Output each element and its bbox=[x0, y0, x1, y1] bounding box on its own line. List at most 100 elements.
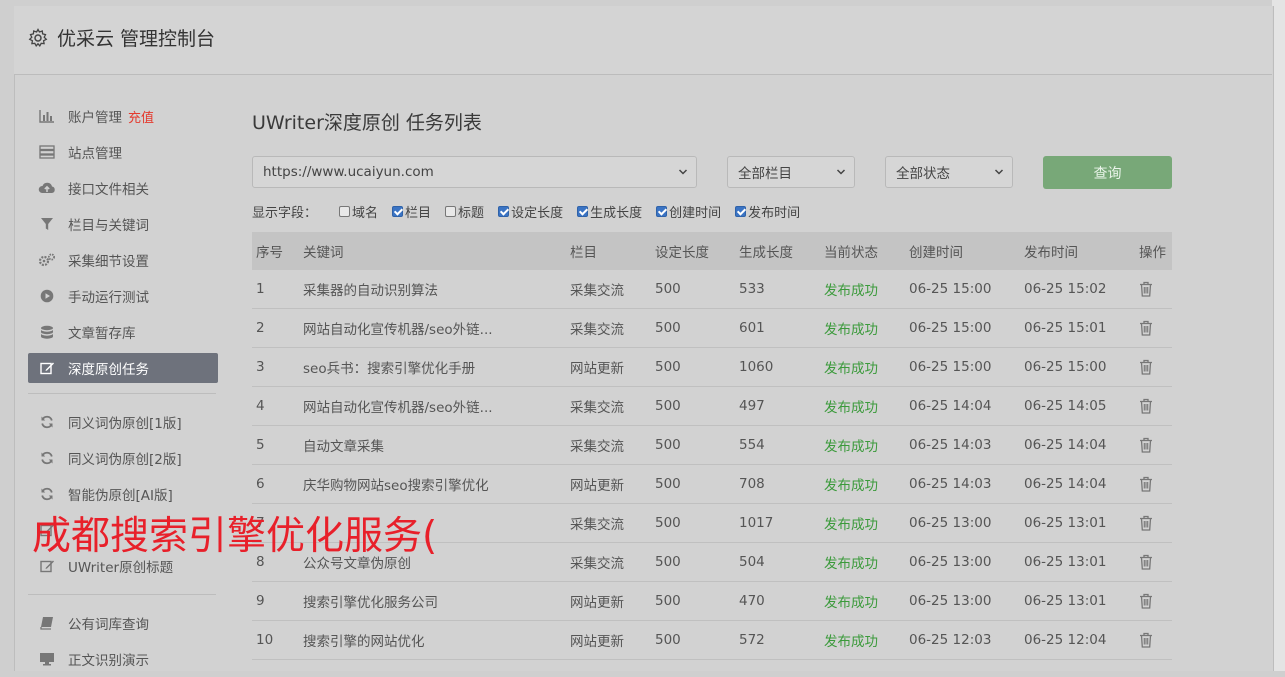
table-row: 1 采集器的自动识别算法 采集交流 500 533 发布成功 06-25 15:00 06-2… bbox=[252, 270, 1172, 309]
row-index: 2 bbox=[252, 308, 303, 348]
trash-icon[interactable] bbox=[1139, 281, 1153, 297]
row-actions bbox=[1139, 270, 1172, 309]
row-set-length: 500 bbox=[655, 308, 739, 348]
row-created: 06-25 15:00 bbox=[909, 308, 1024, 348]
sidebar-item-deep-original-tasks[interactable]: 深度原创任务 bbox=[28, 353, 218, 383]
checkbox[interactable] bbox=[339, 205, 351, 217]
row-set-length: 500 bbox=[655, 542, 739, 582]
refresh-icon bbox=[38, 414, 56, 430]
row-keyword: 搜索引擎的网站优化 bbox=[303, 620, 570, 660]
app-title: 优采云 管理控制台 bbox=[57, 28, 216, 50]
row-index: 1 bbox=[252, 270, 303, 309]
row-published: 06-25 13:01 bbox=[1024, 581, 1139, 621]
sidebar-item-sites[interactable]: 站点管理 bbox=[28, 134, 218, 170]
sidebar-item-synonym-v1[interactable]: 同义词伪原创[1版] bbox=[28, 404, 218, 440]
row-published: 06-25 13:01 bbox=[1024, 503, 1139, 543]
col-header: 序号 bbox=[252, 232, 303, 270]
trash-icon[interactable] bbox=[1139, 515, 1153, 531]
row-column: 采集交流 bbox=[570, 503, 655, 543]
checkbox[interactable] bbox=[498, 205, 510, 217]
table-row: 6 庆华购物网站seo搜索引擎优化 网站更新 500 708 发布成功 06-25 14:0… bbox=[252, 464, 1172, 504]
field-checkbox-domain[interactable]: 域名 bbox=[339, 202, 378, 221]
field-label: 创建时间 bbox=[669, 205, 722, 221]
row-index: 10 bbox=[252, 620, 303, 660]
sidebar-item-label: 采集细节设置 bbox=[68, 254, 149, 270]
sidebar-item-label: 账户管理 bbox=[68, 110, 122, 126]
trash-icon[interactable] bbox=[1139, 554, 1153, 570]
row-column: 采集交流 bbox=[570, 270, 655, 309]
checkbox[interactable] bbox=[392, 205, 404, 217]
field-checkbox-gen-length[interactable]: 生成长度 bbox=[577, 202, 642, 221]
sidebar-item-text-recognition[interactable]: 正文识别演示 bbox=[28, 641, 218, 677]
recharge-link[interactable]: 充值 bbox=[128, 107, 154, 126]
trash-icon[interactable] bbox=[1139, 476, 1153, 492]
checkbox[interactable] bbox=[735, 205, 747, 217]
field-label: 发布时间 bbox=[748, 205, 801, 221]
table-row: 5 自动文章采集 采集交流 500 554 发布成功 06-25 14:03 06-25 14… bbox=[252, 425, 1172, 465]
field-label: 生成长度 bbox=[590, 205, 643, 221]
row-actions bbox=[1139, 425, 1172, 465]
row-created: 06-25 15:00 bbox=[909, 347, 1024, 387]
row-index: 4 bbox=[252, 386, 303, 426]
row-column: 采集交流 bbox=[570, 425, 655, 465]
row-published: 06-25 14:04 bbox=[1024, 425, 1139, 465]
page-title: UWriter深度原创 任务列表 bbox=[252, 112, 482, 134]
row-status: 发布成功 bbox=[824, 503, 909, 543]
table-row: 10 搜索引擎的网站优化 网站更新 500 572 发布成功 06-25 12:03 06-2… bbox=[252, 620, 1172, 660]
sidebar-item-article-storage[interactable]: 文章暂存库 bbox=[28, 314, 218, 350]
row-gen-length: 601 bbox=[739, 308, 824, 348]
trash-icon[interactable] bbox=[1139, 632, 1153, 648]
sidebar-item-manual-test[interactable]: 手动运行测试 bbox=[28, 278, 218, 314]
sidebar-item-collection-settings[interactable]: 采集细节设置 bbox=[28, 242, 218, 278]
row-published: 06-25 14:04 bbox=[1024, 464, 1139, 504]
row-index: 9 bbox=[252, 581, 303, 621]
sidebar-item-interface-files[interactable]: 接口文件相关 bbox=[28, 170, 218, 206]
col-header: 设定长度 bbox=[655, 232, 739, 270]
col-header: 当前状态 bbox=[824, 232, 909, 270]
row-status: 发布成功 bbox=[824, 581, 909, 621]
table-row: 9 搜索引擎优化服务公司 网站更新 500 470 发布成功 06-25 13:00 06-2… bbox=[252, 581, 1172, 621]
database-icon bbox=[38, 324, 56, 340]
row-index: 5 bbox=[252, 425, 303, 465]
sidebar-item-public-lexicon[interactable]: 公有词库查询 bbox=[28, 605, 218, 641]
field-checkbox-set-length[interactable]: 设定长度 bbox=[498, 202, 563, 221]
sidebar-item-label: 站点管理 bbox=[68, 146, 122, 162]
row-actions bbox=[1139, 542, 1172, 582]
sidebar-item-label: 同义词伪原创[1版] bbox=[68, 416, 182, 432]
play-circle-icon bbox=[38, 288, 56, 304]
row-column: 网站更新 bbox=[570, 347, 655, 387]
checkbox[interactable] bbox=[656, 205, 668, 217]
trash-icon[interactable] bbox=[1139, 437, 1153, 453]
field-checkbox-published[interactable]: 发布时间 bbox=[735, 202, 800, 221]
site-select[interactable]: https://www.ucaiyun.com bbox=[252, 156, 697, 188]
row-published: 06-25 14:05 bbox=[1024, 386, 1139, 426]
row-column: 采集交流 bbox=[570, 542, 655, 582]
field-checkbox-title[interactable]: 标题 bbox=[445, 202, 484, 221]
trash-icon[interactable] bbox=[1139, 593, 1153, 609]
table-row: 3 seo兵书：搜索引擎优化手册 网站更新 500 1060 发布成功 06-25 15:0… bbox=[252, 347, 1172, 387]
row-set-length: 500 bbox=[655, 503, 739, 543]
sidebar-item-account[interactable]: 账户管理 充值 bbox=[28, 98, 218, 134]
chevron-down-icon bbox=[836, 169, 846, 175]
trash-icon[interactable] bbox=[1139, 398, 1153, 414]
field-checkbox-column[interactable]: 栏目 bbox=[392, 202, 431, 221]
status-select[interactable]: 全部状态 bbox=[885, 156, 1013, 188]
row-gen-length: 533 bbox=[739, 270, 824, 309]
sidebar-item-synonym-v2[interactable]: 同义词伪原创[2版] bbox=[28, 440, 218, 476]
field-checkbox-created[interactable]: 创建时间 bbox=[656, 202, 721, 221]
checkbox[interactable] bbox=[445, 205, 457, 217]
column-select[interactable]: 全部栏目 bbox=[727, 156, 855, 188]
trash-icon[interactable] bbox=[1139, 320, 1153, 336]
row-status: 发布成功 bbox=[824, 386, 909, 426]
checkbox[interactable] bbox=[577, 205, 589, 217]
trash-icon[interactable] bbox=[1139, 359, 1153, 375]
row-gen-length: 504 bbox=[739, 542, 824, 582]
table-row: 2 网站自动化宣传机器/seo外链... 采集交流 500 601 发布成功 06-25 1… bbox=[252, 308, 1172, 348]
refresh-icon bbox=[38, 486, 56, 502]
row-keyword: 网站自动化宣传机器/seo外链... bbox=[303, 308, 570, 348]
row-set-length: 500 bbox=[655, 347, 739, 387]
query-button[interactable]: 查询 bbox=[1043, 156, 1172, 189]
server-icon bbox=[38, 144, 56, 160]
sidebar-item-columns-keywords[interactable]: 栏目与关键词 bbox=[28, 206, 218, 242]
row-status: 发布成功 bbox=[824, 425, 909, 465]
